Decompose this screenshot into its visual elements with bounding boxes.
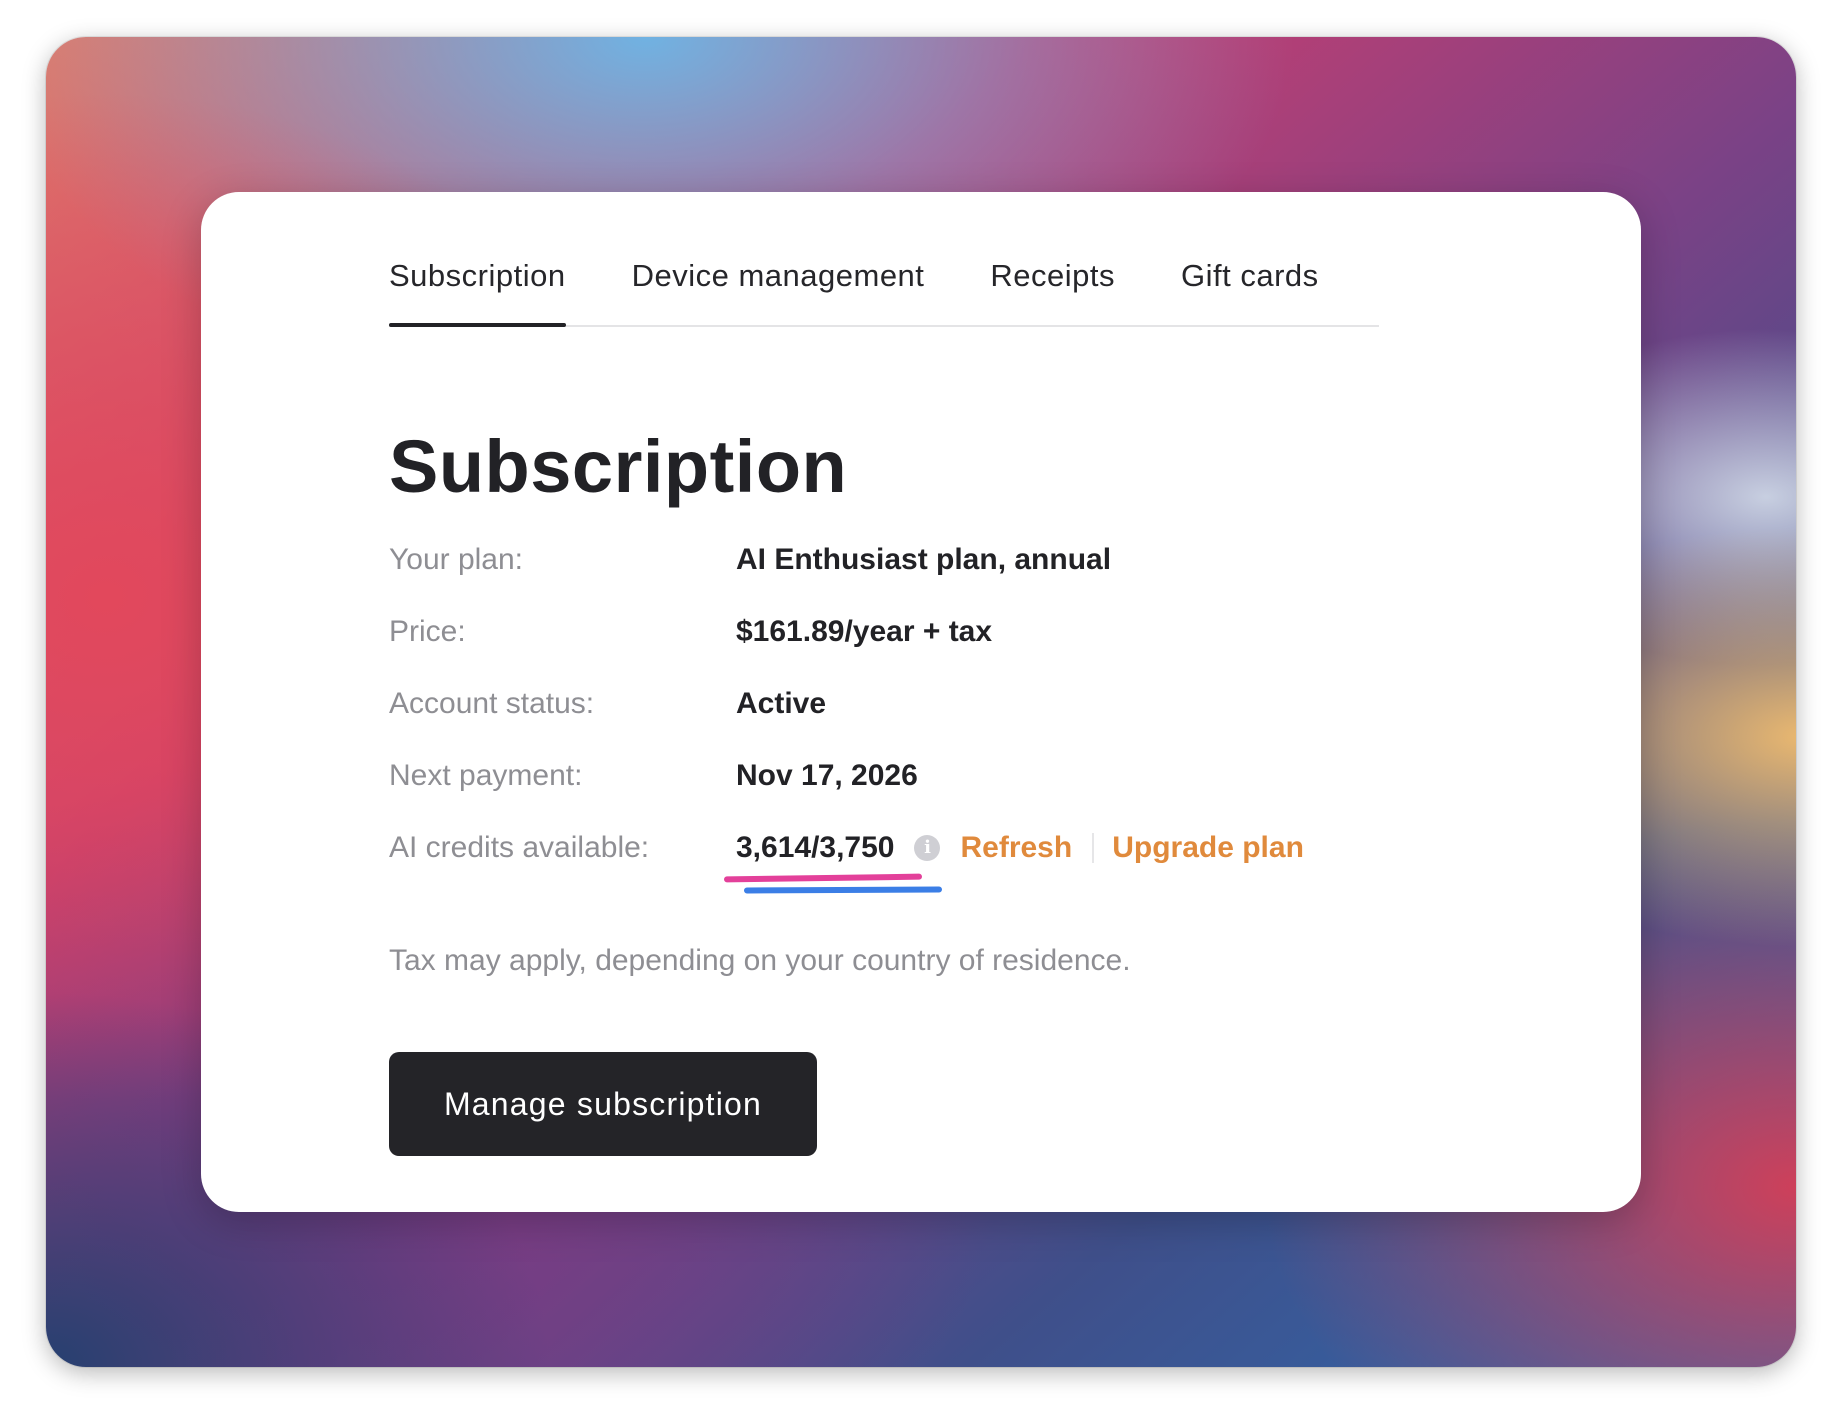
tab-bar: Subscription Device management Receipts … <box>389 252 1379 327</box>
next-payment-row: Next payment: Nov 17, 2026 <box>389 756 918 796</box>
annotation-underline-pink <box>723 873 923 883</box>
plan-value: AI Enthusiast plan, annual <box>736 543 1112 576</box>
ai-credits-group: 3,614/3,750 i Refresh Upgrade plan <box>723 831 1304 894</box>
price-value: $161.89/year + tax <box>736 615 993 648</box>
tax-note: Tax may apply, depending on your country… <box>389 944 1131 977</box>
next-payment-value: Nov 17, 2026 <box>736 759 918 792</box>
status-row: Account status: Active <box>389 684 826 724</box>
ai-credits-label: AI credits available: <box>389 831 650 864</box>
account-status-label: Account status: <box>389 687 595 720</box>
upgrade-plan-link[interactable]: Upgrade plan <box>1112 831 1304 865</box>
plan-row: Your plan: AI Enthusiast plan, annual <box>389 540 1111 580</box>
page-title: Subscription <box>389 425 848 508</box>
next-payment-label: Next payment: <box>389 759 583 792</box>
refresh-link[interactable]: Refresh <box>960 831 1072 865</box>
price-row: Price: $161.89/year + tax <box>389 612 992 652</box>
account-card: Subscription Device management Receipts … <box>201 192 1641 1212</box>
price-label: Price: <box>389 615 466 648</box>
manage-subscription-button[interactable]: Manage subscription <box>389 1052 817 1156</box>
annotation-underline-blue <box>743 886 943 894</box>
ai-credits-row: AI credits available: 3,614/3,750 i Refr… <box>389 828 1304 894</box>
link-divider <box>1092 833 1095 863</box>
wallpaper-frame: Subscription Device management Receipts … <box>46 37 1796 1367</box>
tab-subscription[interactable]: Subscription <box>389 252 566 327</box>
tab-receipts[interactable]: Receipts <box>990 252 1115 325</box>
info-icon[interactable]: i <box>914 835 941 861</box>
tab-device-management[interactable]: Device management <box>632 252 925 325</box>
tab-gift-cards[interactable]: Gift cards <box>1181 252 1319 325</box>
plan-label: Your plan: <box>389 543 524 576</box>
account-status-value: Active <box>736 687 827 720</box>
ai-credits-value: 3,614/3,750 <box>736 831 895 864</box>
